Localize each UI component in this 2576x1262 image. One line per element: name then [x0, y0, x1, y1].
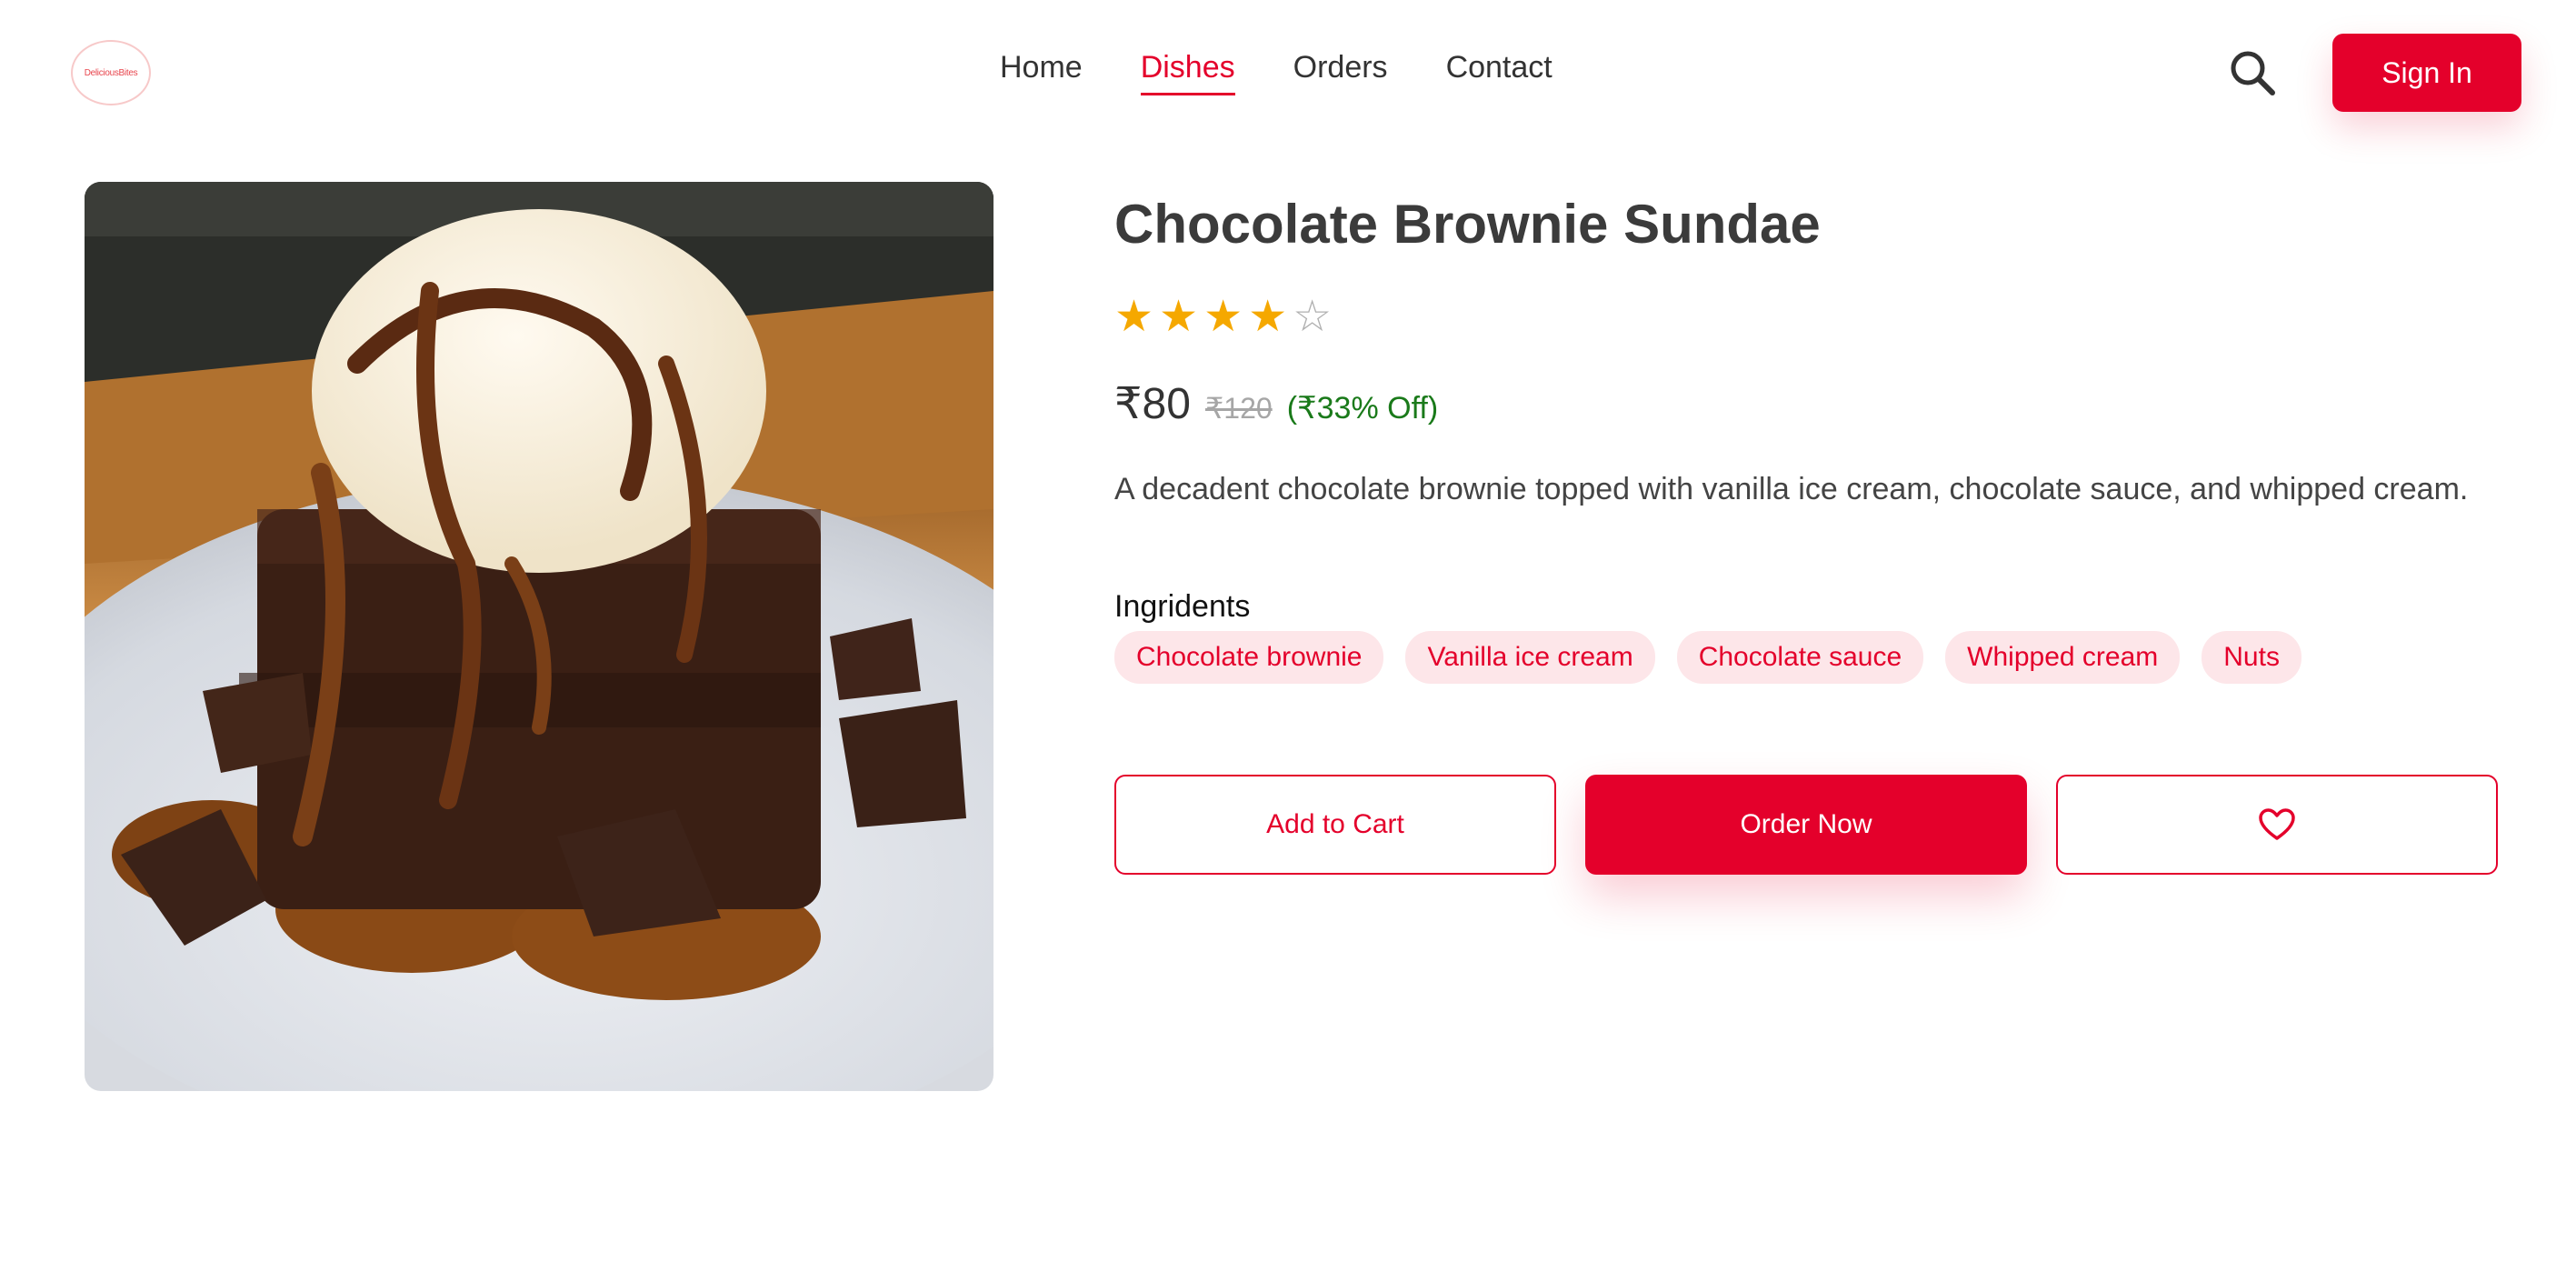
product-title: Chocolate Brownie Sundae: [1114, 194, 1821, 255]
discount-label: (₹33% Off): [1286, 391, 1439, 426]
logo-text: DeliciousBites: [84, 67, 138, 78]
star-filled-icon: ★: [1248, 293, 1288, 341]
ingredient-tag: Vanilla ice cream: [1405, 631, 1655, 684]
product-image: [85, 182, 993, 1091]
ingredients-heading: Ingridents: [1114, 589, 1251, 624]
action-buttons: Add to Cart Order Now: [1114, 775, 2498, 875]
order-now-button[interactable]: Order Now: [1585, 775, 2027, 875]
nav-home[interactable]: Home: [1000, 50, 1083, 95]
rating-stars: ★ ★ ★ ★ ☆: [1114, 293, 1332, 342]
search-icon[interactable]: [2225, 45, 2280, 100]
star-empty-icon: ☆: [1293, 293, 1333, 341]
ingredient-tag: Chocolate sauce: [1676, 631, 1924, 684]
original-price: ₹120: [1204, 392, 1273, 425]
price: ₹80: [1114, 380, 1191, 428]
nav-contact[interactable]: Contact: [1446, 50, 1553, 95]
add-to-cart-button[interactable]: Add to Cart: [1114, 775, 1556, 875]
main-nav: Home Dishes Orders Contact: [1000, 50, 1553, 95]
star-filled-icon: ★: [1203, 293, 1243, 341]
ingredient-tag: Nuts: [2202, 631, 2301, 684]
heart-icon: [2259, 808, 2295, 840]
ingredient-tag: Whipped cream: [1945, 631, 2181, 684]
nav-dishes[interactable]: Dishes: [1140, 50, 1235, 95]
logo[interactable]: DeliciousBites: [71, 40, 151, 105]
ingredient-tag: Chocolate brownie: [1114, 631, 1384, 684]
star-filled-icon: ★: [1159, 293, 1199, 341]
sign-in-button[interactable]: Sign In: [2332, 34, 2521, 112]
wishlist-button[interactable]: [2056, 775, 2498, 875]
ingredients-list: Chocolate brownie Vanilla ice cream Choc…: [1114, 631, 2301, 684]
price-row: ₹80 ₹120 (₹33% Off): [1114, 378, 1438, 429]
product-description: A decadent chocolate brownie topped with…: [1114, 472, 2469, 506]
nav-orders[interactable]: Orders: [1293, 50, 1388, 95]
star-filled-icon: ★: [1114, 293, 1154, 341]
